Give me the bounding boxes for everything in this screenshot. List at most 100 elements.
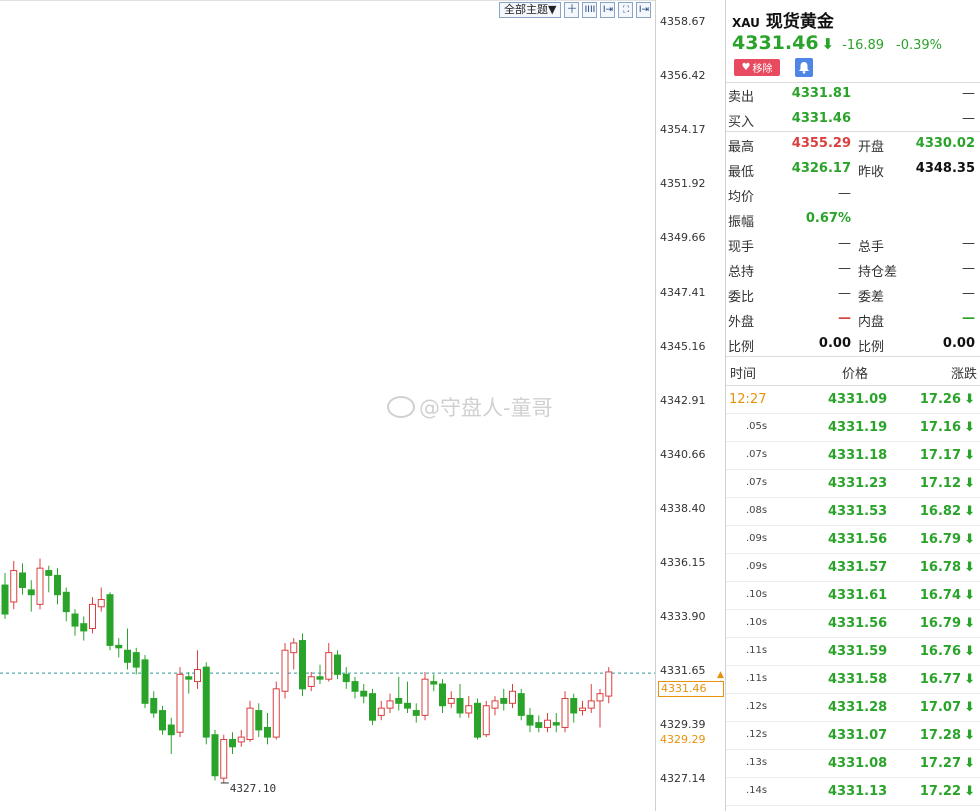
- candle[interactable]: [272, 681, 280, 740]
- candle[interactable]: [334, 650, 341, 680]
- candle-body: [272, 688, 280, 738]
- crosshair-button[interactable]: 十: [564, 2, 580, 18]
- candle[interactable]: [150, 691, 158, 718]
- quote-value: 0.00: [818, 336, 851, 351]
- candle[interactable]: [395, 676, 403, 711]
- candle[interactable]: [211, 729, 219, 781]
- candle[interactable]: [115, 638, 123, 658]
- candle[interactable]: [45, 565, 53, 593]
- candle[interactable]: [482, 700, 490, 738]
- quote-label: 最高: [728, 140, 755, 155]
- tick-row: .09s 4331.57 16.78 ⬇: [726, 554, 980, 582]
- down-arrow-icon: ⬇: [964, 728, 975, 743]
- candle[interactable]: [185, 671, 193, 694]
- candle[interactable]: [500, 688, 508, 711]
- candlestick-chart[interactable]: 4327.10 全部主题▼ 十 IIII I⇥ ⛶ I⇥ @守盘人-童哥: [0, 0, 655, 811]
- candle[interactable]: [552, 712, 560, 733]
- candle[interactable]: [290, 638, 298, 670]
- candle[interactable]: [325, 642, 333, 682]
- quote-row-item: 外盘 — 内盘 —: [726, 306, 980, 331]
- candle[interactable]: [535, 715, 543, 733]
- candle[interactable]: [19, 563, 26, 595]
- candle[interactable]: [80, 616, 88, 641]
- tick-time: .13s: [746, 757, 768, 768]
- tick-time: .11s: [746, 645, 768, 656]
- candle[interactable]: [27, 580, 35, 612]
- candle[interactable]: [229, 732, 236, 755]
- candle[interactable]: [456, 684, 464, 718]
- candle[interactable]: [202, 662, 210, 745]
- candle[interactable]: [264, 712, 271, 745]
- alert-button[interactable]: [795, 58, 813, 77]
- candle[interactable]: [281, 642, 289, 699]
- candle[interactable]: [220, 734, 228, 783]
- candle-body: [54, 574, 61, 596]
- tick-change: 17.17: [919, 448, 961, 463]
- candle[interactable]: [54, 568, 61, 605]
- candle[interactable]: [10, 560, 18, 610]
- bars-button[interactable]: IIII: [582, 2, 598, 18]
- candle[interactable]: [474, 698, 481, 740]
- candle[interactable]: [106, 592, 114, 651]
- candle[interactable]: [342, 667, 350, 689]
- candle[interactable]: [369, 688, 376, 726]
- candle[interactable]: [237, 729, 245, 747]
- theme-dropdown[interactable]: 全部主题▼: [499, 2, 562, 18]
- candle[interactable]: [439, 679, 446, 713]
- tick-row: .11s 4331.58 16.77 ⬇: [726, 666, 980, 694]
- remove-watchlist-button[interactable]: ♥ 移除: [734, 59, 780, 76]
- candle[interactable]: [447, 691, 455, 709]
- candle[interactable]: [1, 572, 9, 619]
- candle[interactable]: [159, 705, 166, 735]
- candle[interactable]: [465, 696, 473, 718]
- candle[interactable]: [570, 693, 578, 723]
- candle[interactable]: [255, 703, 263, 738]
- candle[interactable]: [526, 708, 534, 733]
- candle[interactable]: [517, 688, 525, 721]
- candle[interactable]: [544, 712, 551, 733]
- tick-time: .10s: [746, 589, 768, 600]
- candle[interactable]: [377, 700, 385, 721]
- tick-change: 16.76: [919, 644, 961, 659]
- candle[interactable]: [351, 676, 359, 699]
- candle-body: [482, 705, 490, 736]
- quote-row-item: 卖出 4331.81 —: [726, 81, 980, 106]
- candle[interactable]: [132, 647, 140, 675]
- candle[interactable]: [579, 700, 586, 716]
- candle[interactable]: [596, 688, 604, 728]
- candle[interactable]: [71, 609, 79, 636]
- candle-body: [544, 719, 551, 728]
- candle[interactable]: [605, 667, 613, 704]
- candle[interactable]: [124, 628, 131, 670]
- end-button[interactable]: I⇥: [636, 2, 652, 18]
- chart-canvas[interactable]: 4327.10: [0, 0, 655, 811]
- candle[interactable]: [246, 700, 254, 742]
- candle[interactable]: [167, 717, 175, 755]
- fullscreen-button[interactable]: ⛶: [618, 2, 634, 18]
- candle[interactable]: [316, 664, 324, 685]
- candle[interactable]: [509, 684, 516, 709]
- quote-value: 0.00: [942, 336, 975, 351]
- candle[interactable]: [587, 684, 595, 713]
- candle[interactable]: [386, 693, 394, 713]
- candle[interactable]: [412, 703, 420, 723]
- down-arrow-icon: ⬇: [964, 448, 975, 463]
- candle[interactable]: [299, 633, 306, 697]
- candle[interactable]: [430, 674, 438, 692]
- candle[interactable]: [176, 667, 184, 738]
- candle[interactable]: [89, 597, 96, 634]
- candle[interactable]: [36, 558, 44, 610]
- candle[interactable]: [62, 587, 70, 622]
- down-arrow-icon: ⬇: [964, 504, 975, 519]
- candle[interactable]: [141, 655, 149, 709]
- candle[interactable]: [421, 671, 429, 721]
- candle-body: [395, 697, 403, 704]
- candle[interactable]: [491, 696, 499, 716]
- candle[interactable]: [404, 681, 411, 713]
- candle[interactable]: [307, 671, 315, 692]
- candle[interactable]: [360, 684, 368, 704]
- candle[interactable]: [97, 587, 105, 612]
- candle[interactable]: [194, 650, 201, 689]
- candle[interactable]: [561, 691, 569, 733]
- fit-button[interactable]: I⇥: [600, 2, 616, 18]
